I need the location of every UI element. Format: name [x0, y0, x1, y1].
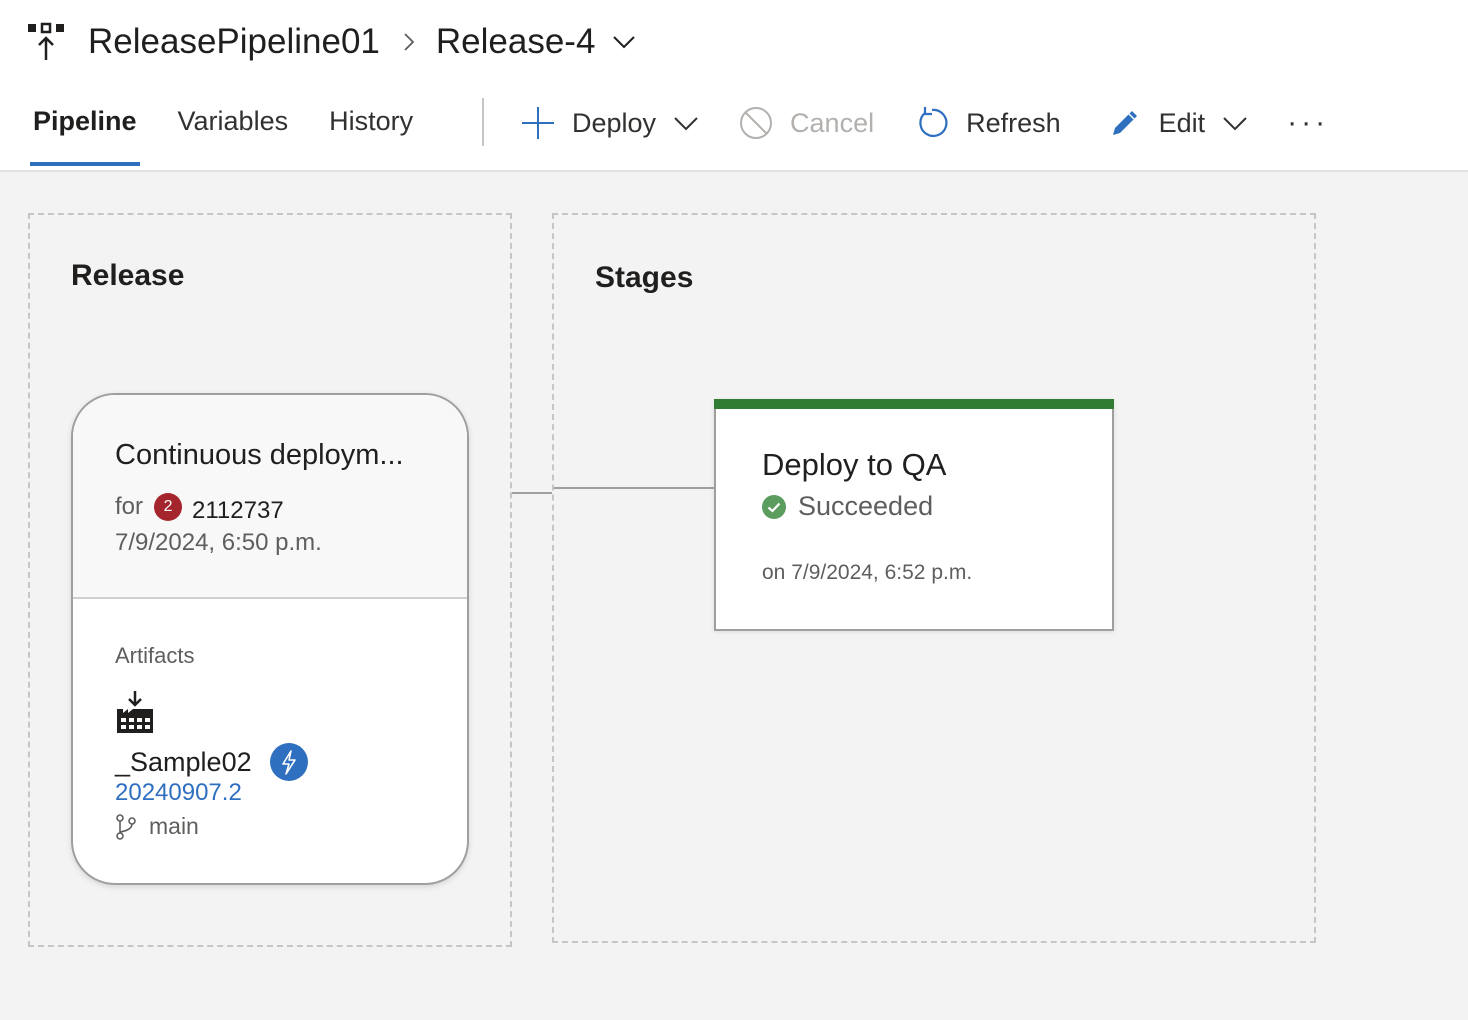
- stage-name: Deploy to QA: [762, 447, 947, 482]
- check-circle-icon: [762, 494, 786, 519]
- connector-line: [554, 487, 716, 489]
- toolbar: Deploy Cancel Refresh Edit ···: [520, 100, 1329, 146]
- release-trigger-for: for 2 2112737: [115, 493, 284, 524]
- connector-line: [512, 492, 552, 494]
- cancel-button[interactable]: Cancel: [738, 105, 874, 141]
- release-section-title: Release: [71, 259, 185, 292]
- refresh-icon: [919, 107, 948, 137]
- artifacts-label: Artifacts: [115, 643, 195, 668]
- stage-status-text: Succeeded: [798, 491, 934, 521]
- stage-card-deploy-to-qa[interactable]: Deploy to QA Succeeded on 7/9/2024, 6:52…: [714, 399, 1114, 631]
- tab-history[interactable]: History: [326, 98, 416, 168]
- stages-section-title: Stages: [595, 261, 694, 294]
- breadcrumb-release-name[interactable]: Release-4: [436, 22, 596, 62]
- artifact-name: _Sample02: [115, 743, 308, 781]
- stage-status-bar: [714, 399, 1114, 409]
- cancel-label: Cancel: [790, 107, 875, 138]
- plus-icon: [522, 107, 554, 139]
- branch-name: main: [149, 813, 199, 839]
- release-date: 7/9/2024, 6:50 p.m.: [115, 529, 322, 556]
- breadcrumb: ReleasePipeline01 Release-4: [28, 20, 637, 64]
- edit-label: Edit: [1158, 107, 1206, 138]
- refresh-label: Refresh: [966, 107, 1061, 138]
- notification-badge: 2: [154, 493, 183, 521]
- tab-variables[interactable]: Variables: [175, 98, 292, 168]
- tab-pipeline[interactable]: Pipeline: [30, 98, 140, 168]
- release-trigger-panel: Continuous deploym... for 2 2112737 7/9/…: [73, 395, 467, 599]
- breadcrumb-pipeline-link[interactable]: ReleasePipeline01: [88, 22, 380, 62]
- artifact-branch: main: [115, 813, 199, 840]
- chevron-right-icon: [404, 33, 415, 51]
- pencil-icon: [1112, 111, 1137, 135]
- stage-status: Succeeded: [762, 491, 933, 522]
- artifact-name-text: _Sample02: [115, 746, 252, 777]
- for-label: for: [115, 493, 144, 520]
- cancel-icon: [740, 107, 773, 139]
- toolbar-divider: [482, 98, 484, 146]
- refresh-button[interactable]: Refresh: [914, 105, 1061, 141]
- build-artifact-icon: [117, 691, 153, 733]
- deploy-label: Deploy: [572, 107, 657, 138]
- more-actions-button[interactable]: ···: [1287, 106, 1329, 140]
- tab-bar: Pipeline Variables History: [30, 98, 451, 168]
- branch-icon: [116, 813, 136, 840]
- release-pipeline-icon: [28, 22, 64, 60]
- trigger-id: 2112737: [192, 497, 284, 524]
- artifact-version-link[interactable]: 20240907.2: [115, 779, 242, 807]
- edit-button[interactable]: Edit: [1107, 105, 1248, 141]
- stage-date: on 7/9/2024, 6:52 p.m.: [762, 561, 973, 584]
- page-header: ReleasePipeline01 Release-4 Pipeline Var…: [0, 0, 1468, 172]
- lightning-icon[interactable]: [269, 743, 308, 781]
- deploy-button[interactable]: Deploy: [520, 105, 698, 141]
- release-trigger-title[interactable]: Continuous deploym...: [115, 439, 404, 472]
- chevron-down-icon[interactable]: [611, 29, 637, 55]
- release-card[interactable]: Continuous deploym... for 2 2112737 7/9/…: [71, 393, 469, 885]
- chevron-down-icon: [1223, 117, 1247, 131]
- chevron-down-icon: [674, 117, 698, 131]
